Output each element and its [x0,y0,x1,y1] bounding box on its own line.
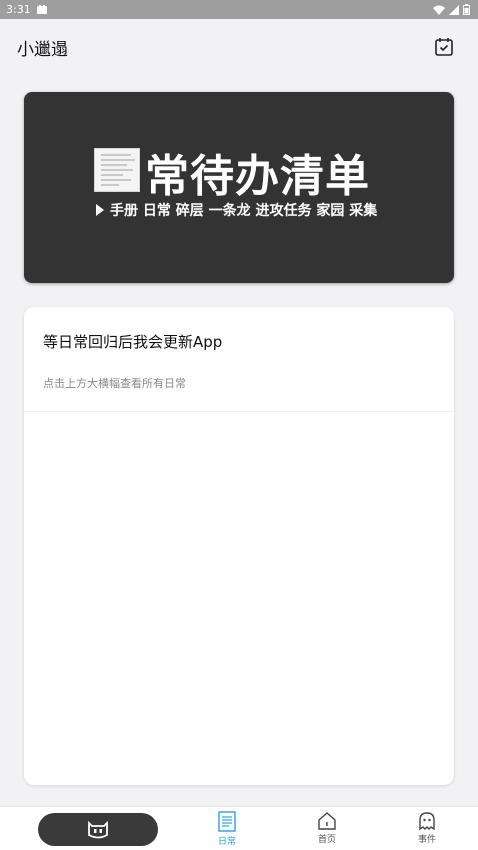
app-title: 小邋遢 [17,39,68,60]
card-divider [24,411,454,412]
battery-icon [463,4,470,15]
tab-home[interactable]: 首页 [297,811,357,850]
document-thumbnail-icon [94,148,140,192]
tab-daily-label: 日常 [217,837,236,847]
tab-events-label: 事件 [417,835,436,845]
notification-icon [36,5,47,14]
mascot-face-icon [88,820,108,838]
mascot-button[interactable] [38,813,158,846]
signal-icon [449,4,459,15]
document-list-icon [218,811,236,832]
tab-home-label: 首页 [317,835,336,845]
banner-headline: 常待办清单 [145,151,370,202]
card-title: 等日常回归后我会更新App [43,333,223,351]
daily-banner[interactable]: 常待办清单 手册 日常 碎层 一条龙 进攻任务 家园 采集 [24,92,454,283]
bottom-nav: 日常 首页 事件 [0,806,478,850]
status-time: 3:31 [6,3,31,16]
ghost-icon [419,812,435,831]
info-card: 等日常回归后我会更新App 点击上方大横幅查看所有日常 [24,307,454,785]
tab-daily[interactable]: 日常 [197,811,257,850]
banner-subtitle-row: 手册 日常 碎层 一条龙 进攻任务 家园 采集 [96,200,377,220]
card-hint: 点击上方大横幅查看所有日常 [43,377,186,390]
calendar-check-icon[interactable] [432,35,456,59]
play-triangle-icon [96,204,104,216]
home-icon [318,812,336,830]
app-bar: 小邋遢 [0,19,478,75]
banner-subtitle: 手册 日常 碎层 一条龙 进攻任务 家园 采集 [110,203,378,219]
wifi-icon [433,5,445,15]
status-bar: 3:31 [0,0,478,19]
tab-events[interactable]: 事件 [397,811,457,850]
